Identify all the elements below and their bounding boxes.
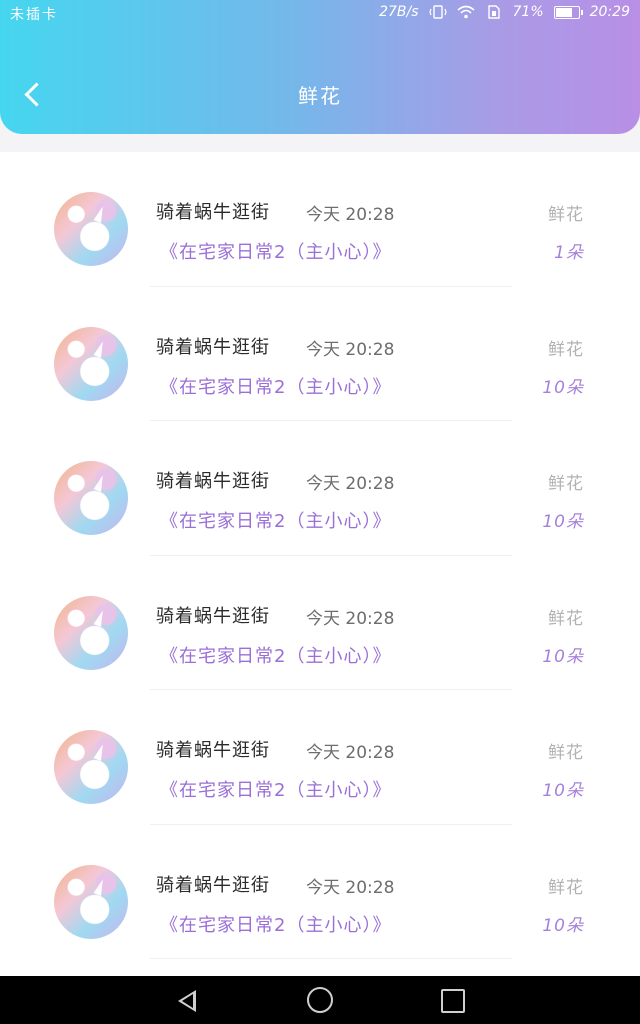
user-name[interactable]: 骑着蜗牛逛街 [156, 736, 270, 762]
gift-time: 今天 20:28 [306, 877, 395, 898]
book-title-link[interactable]: 《在宅家日常2（主小心）》 [160, 776, 391, 802]
sim-icon [487, 5, 500, 19]
gift-count: 10朵 [542, 915, 584, 936]
list-item[interactable]: 骑着蜗牛逛街 今天 20:28 《在宅家日常2（主小心）》 鲜花 10朵 [0, 556, 640, 690]
system-nav-bar [0, 976, 640, 1024]
battery-icon [553, 5, 583, 19]
gift-count: 10朵 [542, 646, 584, 667]
list-item[interactable]: 骑着蜗牛逛街 今天 20:28 《在宅家日常2（主小心）》 鲜花 10朵 [0, 690, 640, 825]
avatar[interactable] [54, 730, 128, 804]
list-item[interactable]: 骑着蜗牛逛街 今天 20:28 《在宅家日常2（主小心）》 鲜花 10朵 [0, 287, 640, 421]
list-item[interactable]: 骑着蜗牛逛街 今天 20:28 《在宅家日常2（主小心）》 鲜花 10朵 [0, 825, 640, 959]
list-item[interactable]: 骑着蜗牛逛街 今天 20:28 《在宅家日常2（主小心）》 鲜花 1朵 [0, 152, 640, 287]
avatar[interactable] [54, 461, 128, 535]
book-title-link[interactable]: 《在宅家日常2（主小心）》 [160, 238, 391, 264]
user-name[interactable]: 骑着蜗牛逛街 [156, 871, 270, 897]
user-name[interactable]: 骑着蜗牛逛街 [156, 333, 270, 359]
avatar[interactable] [54, 192, 128, 266]
gift-type-label: 鲜花 [548, 205, 584, 225]
gift-type-label: 鲜花 [548, 339, 584, 360]
gift-time: 今天 20:28 [306, 339, 395, 360]
wifi-icon [456, 5, 475, 19]
user-name[interactable]: 骑着蜗牛逛街 [156, 198, 270, 224]
book-title-link[interactable]: 《在宅家日常2（主小心）》 [160, 507, 391, 533]
status-right: 27B/s 71% 20:29 [379, 4, 630, 20]
list-item[interactable]: 骑着蜗牛逛街 今天 20:28 《在宅家日常2（主小心）》 鲜花 10朵 [0, 421, 640, 556]
gift-count: 10朵 [542, 781, 584, 801]
book-title-link[interactable]: 《在宅家日常2（主小心）》 [160, 911, 391, 937]
gift-type-label: 鲜花 [548, 877, 584, 898]
gift-time: 今天 20:28 [306, 743, 395, 763]
battery-percent: 71% [512, 4, 544, 20]
gift-type-label: 鲜花 [548, 608, 584, 629]
nav-home-icon[interactable] [304, 984, 336, 1016]
status-time: 20:29 [589, 4, 630, 20]
flower-gift-list: 骑着蜗牛逛街 今天 20:28 《在宅家日常2（主小心）》 鲜花 1朵 骑着蜗牛… [0, 152, 640, 976]
avatar[interactable] [54, 326, 128, 401]
nav-back-icon[interactable] [172, 984, 204, 1016]
page-title: 鲜花 [298, 84, 342, 108]
net-speed: 27B/s [379, 4, 419, 20]
status-bar: 未插卡 27B/s 71% 20:29 [0, 0, 640, 28]
gift-count: 1朵 [554, 243, 584, 263]
gift-type-label: 鲜花 [548, 743, 584, 763]
gift-type-label: 鲜花 [548, 474, 584, 494]
divider [150, 958, 512, 959]
carrier-text: 未插卡 [10, 7, 58, 23]
user-name[interactable]: 骑着蜗牛逛街 [156, 602, 270, 628]
nav-recent-icon[interactable] [436, 984, 468, 1016]
gift-time: 今天 20:28 [306, 205, 395, 225]
avatar[interactable] [54, 595, 128, 670]
gift-count: 10朵 [542, 377, 584, 398]
user-name[interactable]: 骑着蜗牛逛街 [156, 467, 270, 493]
gift-count: 10朵 [542, 512, 584, 532]
book-title-link[interactable]: 《在宅家日常2（主小心）》 [160, 373, 391, 399]
avatar[interactable] [54, 864, 128, 939]
screen: 未插卡 27B/s 71% 20:29 鲜花 骑着蜗牛逛街 今天 20:28 《… [0, 0, 640, 1024]
book-title-link[interactable]: 《在宅家日常2（主小心）》 [160, 642, 391, 668]
vibrate-icon [428, 5, 447, 19]
gift-time: 今天 20:28 [306, 474, 395, 494]
gift-time: 今天 20:28 [306, 608, 395, 629]
header-bar: 未插卡 27B/s 71% 20:29 鲜花 [0, 0, 640, 134]
